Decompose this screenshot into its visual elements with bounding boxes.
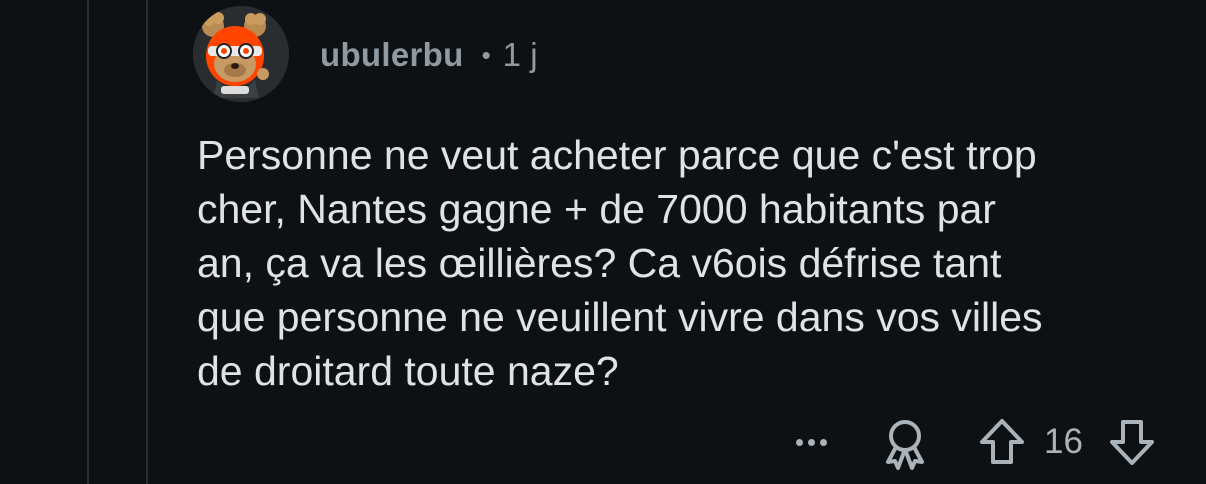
upvote-arrow-icon bbox=[980, 419, 1024, 464]
more-options-button[interactable] bbox=[786, 420, 836, 464]
ellipsis-icon bbox=[819, 438, 827, 446]
avatar[interactable] bbox=[193, 6, 289, 102]
vote-score: 16 bbox=[1044, 422, 1083, 461]
award-button[interactable] bbox=[878, 416, 932, 472]
username-link[interactable]: ubulerbu bbox=[320, 36, 464, 74]
ellipsis-icon bbox=[807, 438, 815, 446]
comment-line: de droitard toute naze? bbox=[197, 348, 619, 394]
thread-line-inner[interactable] bbox=[146, 0, 148, 484]
meta-separator: • bbox=[481, 39, 491, 70]
downvote-button[interactable] bbox=[1106, 416, 1158, 468]
downvote-arrow-icon bbox=[1110, 420, 1154, 465]
comment-meta: ubulerbu • 1 j bbox=[320, 30, 538, 80]
comment-line: cher, Nantes gagne + de 7000 habitants p… bbox=[197, 186, 996, 232]
comment-body: Personne ne veut acheter parce que c'est… bbox=[197, 128, 1177, 398]
upvote-button[interactable] bbox=[976, 416, 1028, 468]
comment-line: Personne ne veut acheter parce que c'est… bbox=[197, 132, 1037, 178]
comment-line: que personne ne veuillent vivre dans vos… bbox=[197, 294, 1043, 340]
comment-age[interactable]: 1 j bbox=[503, 36, 538, 74]
thread-line-outer[interactable] bbox=[87, 0, 89, 484]
ellipsis-icon bbox=[795, 438, 803, 446]
comment-line: an, ça va les œillières? Ca v6ois défris… bbox=[197, 240, 1002, 286]
snoo-avatar-icon bbox=[193, 6, 289, 102]
award-icon bbox=[886, 420, 924, 470]
